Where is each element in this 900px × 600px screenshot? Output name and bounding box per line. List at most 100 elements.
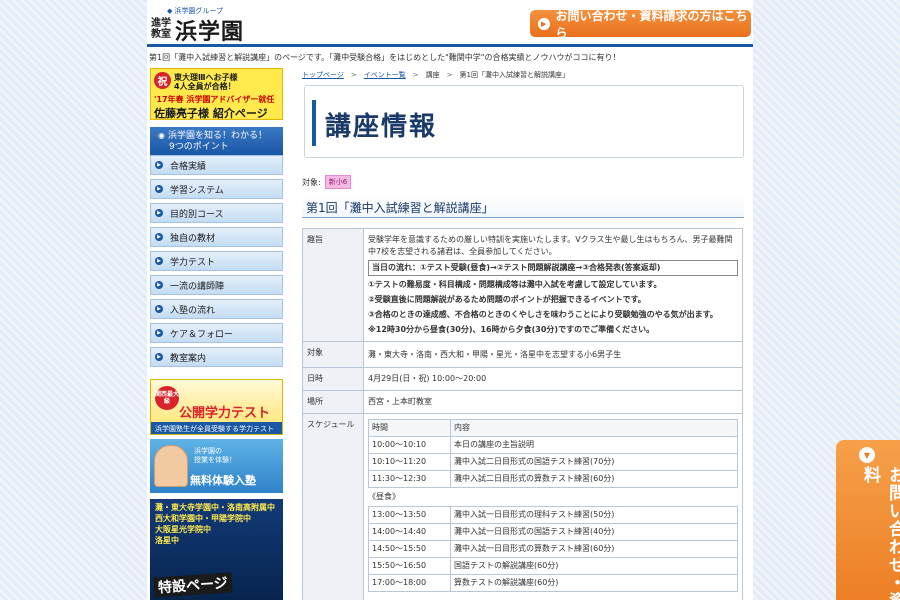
- arrow-right-icon: ▶: [155, 305, 163, 313]
- sidebar-nav: ▶ 合格実績 ▶ 学習システム ▶目的別コース ▶ 独自の教材 ▶ 学力テスト ▶一流の…: [150, 155, 283, 371]
- target-row-label: 対象: [303, 342, 364, 368]
- schedule-row-label: スケジュール: [303, 414, 364, 600]
- breadcrumb-lecture: 講座: [426, 71, 440, 79]
- page-title: 講座情報: [325, 106, 437, 143]
- schedule-time: 10:00〜10:10: [369, 437, 451, 454]
- place-row-label: 場所: [303, 391, 364, 414]
- site-logo[interactable]: 浜学園: [175, 14, 244, 46]
- sidebar-item-enrollment[interactable]: ▶ 入塾の流れ: [150, 299, 283, 319]
- banner-special-title: 特設ページ: [153, 572, 232, 597]
- schedule-content: 本日の講座の主旨説明: [451, 437, 738, 454]
- contact-cta-button[interactable]: ▶ お問い合わせ・資料請求の方はこちら: [530, 10, 751, 37]
- schedule-content: 灘中入試一日目形式の理科テスト練習(50分): [451, 507, 738, 524]
- banner-subtitle: 浜学園塾生が全員受験する学力テスト: [151, 422, 283, 435]
- sidebar-item-label: 入塾の流れ: [170, 303, 215, 316]
- sidebar-item-materials[interactable]: ▶ 独自の教材: [150, 227, 283, 247]
- overview-point-3: ③合格のときの達成感、不合格のときのくやしさを味わうことにより受験勉強のやる気が…: [368, 309, 738, 321]
- sidebar-item-label: 学力テスト: [170, 255, 215, 268]
- schedule-content: 国語テストの解説講座(60分): [451, 558, 738, 575]
- arrow-right-icon: ▶: [155, 257, 163, 265]
- sidebar-item-results[interactable]: ▶ 合格実績: [150, 155, 283, 175]
- arrow-right-icon: ▶: [155, 233, 163, 241]
- nav-heading[interactable]: 浜学園を知る！わかる！ 9つのポイント: [150, 127, 283, 155]
- table-row: 14:50〜15:50 灘中入試一日目形式の算数テスト練習(60分): [369, 541, 738, 558]
- table-row: 場所 西宮・上本町教室: [303, 391, 743, 414]
- table-row: 15:50〜16:50 国語テストの解説講座(60分): [369, 558, 738, 575]
- sidebar-item-tests[interactable]: ▶ 学力テスト: [150, 251, 283, 271]
- banner-free-trial[interactable]: 浜学園の 授業を体験！ 無料体験入塾: [150, 439, 283, 493]
- schedule-time: 11:30〜12:30: [369, 471, 451, 488]
- banner-special-page[interactable]: 灘・東大寺学園中・洛南高附属中 西大和学園中・甲陽学院中 大阪星光学院中 洛星中…: [150, 499, 283, 600]
- school-line: 西大和学園中・甲陽学院中: [155, 513, 275, 524]
- schedule-content: 灘中入試一日目形式の算数テスト練習(60分): [451, 541, 738, 558]
- breadcrumb-separator: >: [447, 71, 453, 79]
- celebration-badge: 祝: [154, 72, 171, 89]
- table-row: スケジュール 時間 内容 10:00〜10:10 本日の講座の主旨説明 10:1…: [303, 414, 743, 600]
- breadcrumb-events-link[interactable]: イベント一覧: [364, 71, 406, 79]
- sidebar-item-teachers[interactable]: ▶一流の講師陣: [150, 275, 283, 295]
- schedule-cell: 時間 内容 10:00〜10:10 本日の講座の主旨説明 10:10〜11:20…: [364, 414, 743, 600]
- breadcrumb-current: 第1回「灘中入試練習と解説講座」: [460, 71, 569, 79]
- breadcrumb-separator: >: [351, 71, 357, 79]
- chevron-down-icon: ▼: [859, 447, 875, 463]
- banner-trial-lead: 浜学園の 授業を体験！: [194, 447, 236, 465]
- school-line: 洛星中: [155, 535, 275, 546]
- school-line: 灘・東大寺学園中・洛南高附属中: [155, 502, 275, 513]
- sidebar-item-courses[interactable]: ▶目的別コース: [150, 203, 283, 223]
- table-row: 対象 灘・東大寺・洛南・西大和・甲陽・星光・洛星中を志望する小6男子生: [303, 342, 743, 368]
- banner-public-test[interactable]: 関西最大級 公開学力テスト 浜学園塾生が全員受験する学力テスト: [150, 379, 283, 435]
- breadcrumb-separator: >: [413, 71, 419, 79]
- sidebar-item-label: 教室案内: [170, 351, 206, 364]
- table-row: 13:00〜13:50 灘中入試一日目形式の理科テスト練習(50分): [369, 507, 738, 524]
- arrow-right-icon: ▶: [155, 161, 163, 169]
- arrow-right-icon: ▶: [538, 18, 550, 30]
- schedule-time: 15:50〜16:50: [369, 558, 451, 575]
- sidebar-item-label: 独自の教材: [170, 231, 215, 244]
- promo-line-2: 4人全員が合格！: [174, 81, 236, 92]
- floating-contact-label: お問い合わせ・資料: [858, 466, 900, 600]
- arrow-right-icon: ▶: [155, 353, 163, 361]
- table-row: 17:00〜18:00 算数テストの解説講座(60分): [369, 575, 738, 592]
- sidebar-item-care[interactable]: ▶ケア＆フォロー: [150, 323, 283, 343]
- sidebar-item-label: ケア＆フォロー: [170, 327, 233, 340]
- table-row: 日時 4月29日(日・祝) 10:00〜20:00: [303, 368, 743, 391]
- schedule-header-content: 内容: [451, 420, 738, 437]
- header-divider: [147, 44, 753, 47]
- banner-trial-line-2: 授業を体験！: [194, 456, 236, 465]
- floating-contact-tab[interactable]: ▼ お問い合わせ・資料: [836, 440, 900, 600]
- page-container: 浜学園グループ 進学教室 浜学園 ▶ お問い合わせ・資料請求の方はこちら 第1回…: [147, 0, 753, 600]
- contact-cta-label: お問い合わせ・資料請求の方はこちら: [556, 7, 752, 41]
- lunch-break-label: 《昼食》: [368, 491, 738, 503]
- table-row: 14:00〜14:40 灘中入試一日目形式の国語テスト練習(40分): [369, 524, 738, 541]
- banner-title: 公開学力テスト: [179, 402, 270, 421]
- schedule-time: 13:00〜13:50: [369, 507, 451, 524]
- arrow-right-icon: ▶: [155, 185, 163, 193]
- promo-banner-sato[interactable]: 祝 東大理Ⅲへお子様 4人全員が合格！ '17年春 浜学園アドバイザー就任 佐藤…: [150, 68, 283, 120]
- date-row-value: 4月29日(日・祝) 10:00〜20:00: [364, 368, 743, 391]
- sidebar-item-classrooms[interactable]: ▶ 教室案内: [150, 347, 283, 367]
- overview-note: ※12時30分から昼食(30分)、16時から夕食(30分)ですのでご準備ください…: [368, 324, 738, 336]
- schedule-content: 灘中入試二日目形式の国語テスト練習(70分): [451, 454, 738, 471]
- arrow-right-icon: ▶: [155, 281, 163, 289]
- breadcrumb-top-link[interactable]: トップページ: [302, 71, 344, 79]
- arrow-right-icon: ▶: [155, 209, 163, 217]
- banner-badge: 関西最大級: [155, 386, 179, 410]
- schedule-content: 灘中入試二日目形式の算数テスト練習(60分): [451, 471, 738, 488]
- title-accent-bar: [312, 100, 316, 146]
- sidebar-item-label: 合格実績: [170, 159, 206, 172]
- target-label: 対象:: [302, 177, 321, 188]
- course-info-table: 趣旨 受験学年を意識するための厳しい特訓を実施いたします。Vクラス生や最し生はも…: [302, 228, 743, 600]
- table-row: 11:30〜12:30 灘中入試二日目形式の算数テスト練習(60分): [369, 471, 738, 488]
- promo-line-3: '17年春 浜学園アドバイザー就任: [154, 94, 274, 105]
- child-photo-icon: [154, 445, 188, 487]
- table-row: 10:10〜11:20 灘中入試二日目形式の国語テスト練習(70分): [369, 454, 738, 471]
- sidebar-item-label: 学習システム: [170, 183, 224, 196]
- schedule-time: 17:00〜18:00: [369, 575, 451, 592]
- banner-school-list: 灘・東大寺学園中・洛南高附属中 西大和学園中・甲陽学院中 大阪星光学院中 洛星中: [155, 502, 275, 546]
- date-row-label: 日時: [303, 368, 364, 391]
- sidebar-item-system[interactable]: ▶ 学習システム: [150, 179, 283, 199]
- schedule-table: 時間 内容 10:00〜10:10 本日の講座の主旨説明 10:10〜11:20…: [368, 419, 738, 488]
- overview-cell: 受験学年を意識するための厳しい特訓を実施いたします。Vクラス生や最し生はもちろん…: [364, 229, 743, 342]
- logo-small-text[interactable]: 進学教室: [151, 18, 173, 40]
- table-row: 10:00〜10:10 本日の講座の主旨説明: [369, 437, 738, 454]
